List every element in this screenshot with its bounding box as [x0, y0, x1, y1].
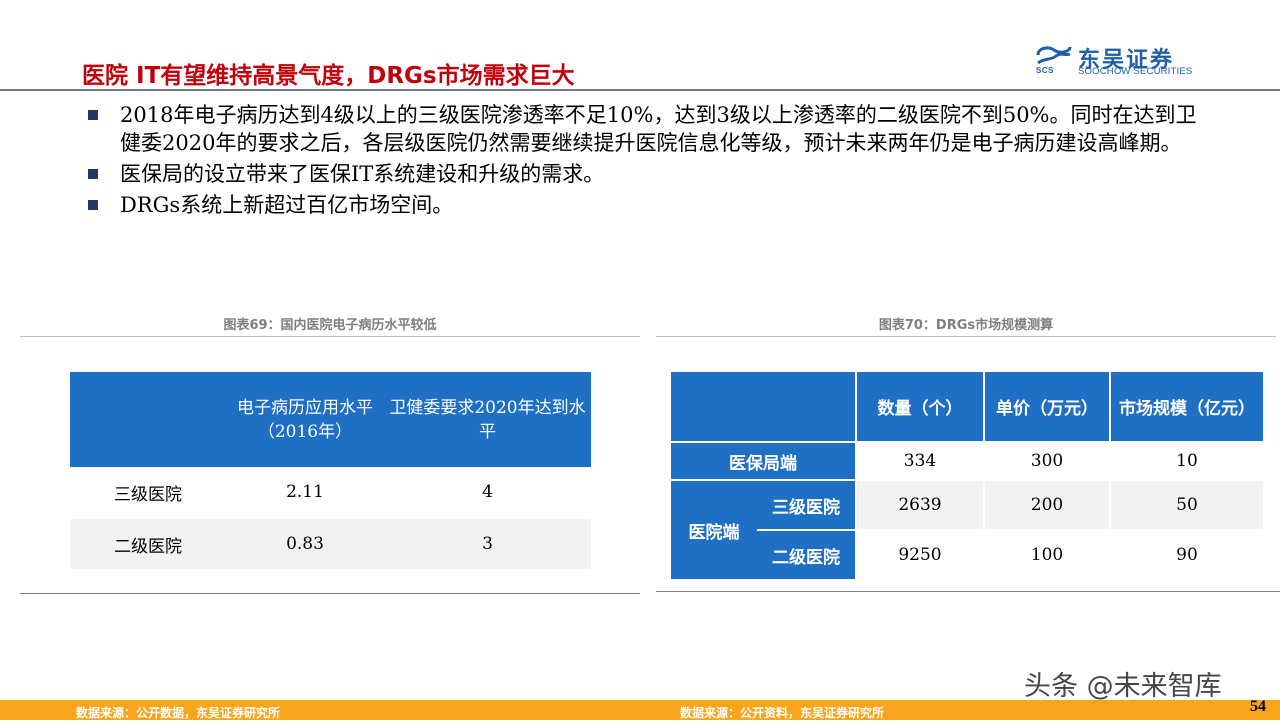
bullet-item: 2018年电子病历达到4级以上的三级医院渗透率不足10%，达到3级以上渗透率的二…: [84, 101, 1204, 157]
table1-source: 数据来源：公开数据，东吴证券研究所: [76, 706, 281, 720]
title-divider: [0, 89, 1280, 91]
company-logo: SCS 东吴证券 SOOCHOW SECURITIES: [1034, 44, 1224, 78]
row-label: 二级医院: [757, 529, 857, 579]
table2-caption: 图表70：DRGs市场规模测算: [878, 318, 1054, 333]
table-cell: 0.83: [226, 517, 384, 569]
emr-level-table: 电子病历应用水平（2016年） 卫健委要求2020年达到水平 三级医院 2.11…: [70, 372, 591, 569]
page-title: 医院 IT有望维持高景气度，DRGs市场需求巨大: [82, 63, 575, 89]
table-cell: 300: [984, 441, 1111, 480]
table1-caption: 图表69：国内医院电子病历水平较低: [223, 318, 437, 333]
bullet-item: DRGs系统上新超过百亿市场空间。: [84, 191, 1204, 219]
table2-caption-rule: [656, 336, 1276, 337]
table-header-cell: [70, 372, 226, 467]
row-label: 二级医院: [70, 517, 226, 569]
table2-bottom-rule: [656, 591, 1280, 592]
table-header-cell: 单价（万元）: [984, 372, 1111, 442]
logo-english-name: SOOCHOW SECURITIES: [1078, 66, 1193, 77]
table-row: 二级医院 9250 100 90: [671, 529, 1263, 579]
table-cell: 50: [1110, 479, 1263, 530]
row-label: 三级医院: [114, 484, 182, 505]
table-cell: 4: [482, 482, 493, 502]
table-cell: 2639: [856, 479, 985, 530]
bullet-item: 医保局的设立带来了医保IT系统建设和升级的需求。: [84, 160, 1204, 188]
table2-source: 数据来源：公开资料，东吴证券研究所: [680, 706, 885, 720]
table-cell: 200: [984, 479, 1111, 530]
row-label: 医保局端: [671, 441, 857, 480]
table-header-row: 电子病历应用水平（2016年） 卫健委要求2020年达到水平: [70, 372, 591, 467]
bullet-square-icon: [88, 169, 98, 179]
row-group-label: 医院端: [671, 479, 757, 579]
table-cell: 9250: [856, 529, 985, 579]
table-row: 医院端 三级医院 2639 200 50: [671, 479, 1263, 579]
table1-caption-rule: [20, 336, 640, 337]
table-cell: 334: [856, 441, 985, 480]
table-row: 二级医院 0.83 3: [70, 517, 591, 569]
drgs-market-table: 数量（个） 单价（万元） 市场规模（亿元） 医保局端 334 300 10 医院…: [671, 372, 1263, 579]
table-cell: 3: [384, 517, 591, 569]
table-header-row: 数量（个） 单价（万元） 市场规模（亿元）: [671, 372, 1263, 442]
soochow-logo-icon: [1036, 46, 1072, 65]
bullet-text: 2018年电子病历达到4级以上的三级医院渗透率不足10%，达到3级以上渗透率的二…: [120, 103, 1197, 155]
bullet-square-icon: [88, 200, 98, 210]
table-header-cell: 电子病历应用水平（2016年）: [226, 372, 384, 467]
table-cell: 2.11: [286, 482, 324, 502]
bullet-list: 2018年电子病历达到4级以上的三级医院渗透率不足10%，达到3级以上渗透率的二…: [84, 101, 1204, 222]
bullet-text: DRGs系统上新超过百亿市场空间。: [120, 193, 454, 217]
table-header-cell: 卫健委要求2020年达到水平: [384, 372, 591, 467]
table-row: 三级医院 2.11 4: [70, 467, 591, 518]
table-header-cell: 市场规模（亿元）: [1110, 372, 1263, 442]
logo-abbreviation: SCS: [1036, 66, 1054, 75]
table-header-cell: [671, 372, 857, 442]
table-header-cell: 数量（个）: [856, 372, 985, 442]
table-row: 医保局端 334 300 10: [671, 441, 1263, 480]
bullet-text: 医保局的设立带来了医保IT系统建设和升级的需求。: [120, 162, 605, 186]
bullet-square-icon: [88, 110, 98, 120]
table1-bottom-rule: [20, 593, 640, 594]
table-cell: 100: [984, 529, 1111, 579]
watermark-text: 头条 @未来智库: [1024, 671, 1222, 702]
page-number: 54: [1250, 698, 1266, 715]
table-cell: 10: [1110, 441, 1263, 480]
table-cell: 90: [1110, 529, 1263, 579]
row-label: 三级医院: [757, 479, 857, 530]
